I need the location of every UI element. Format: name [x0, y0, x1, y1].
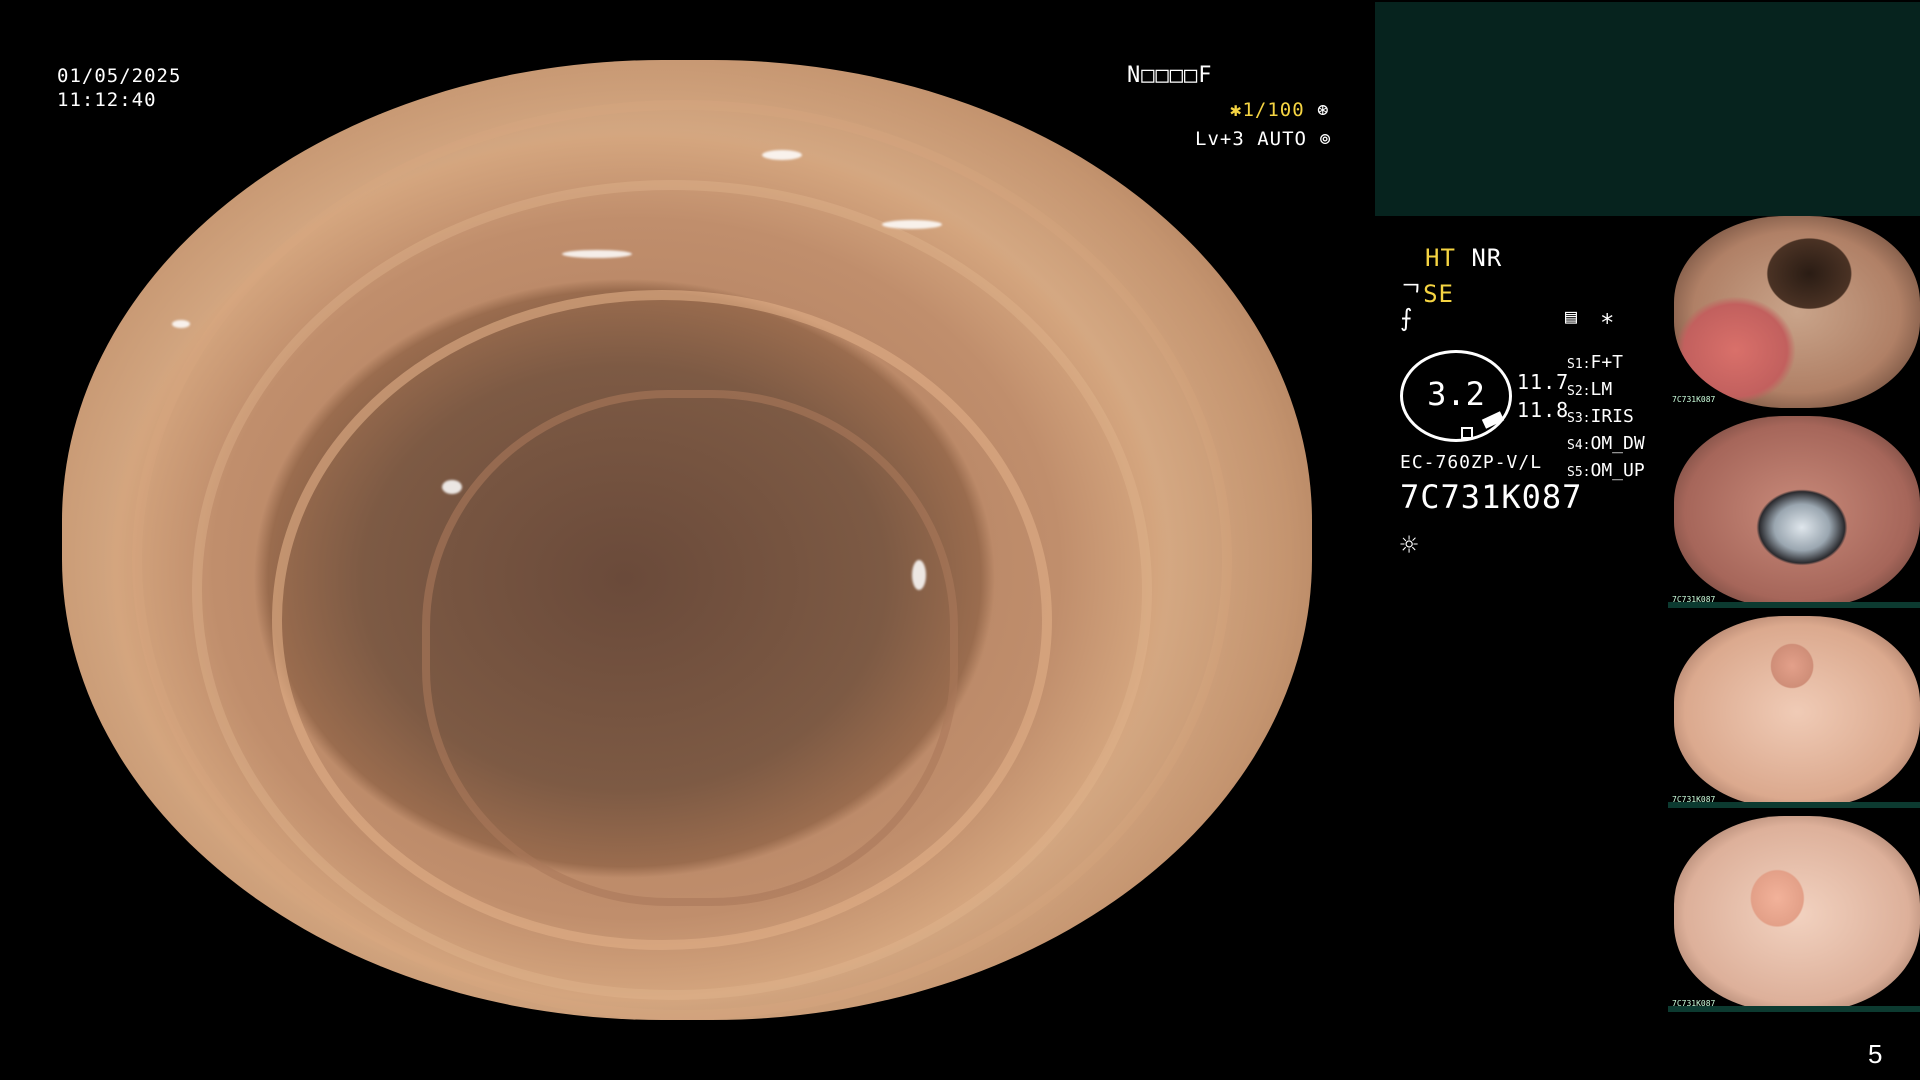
preset-s4: S4:OM_DW: [1567, 433, 1645, 454]
zoom-gauge: 3.2: [1400, 350, 1512, 442]
page-number: 5: [1868, 1039, 1884, 1069]
shutter-readout: ✱1/100 ⊛: [1230, 98, 1330, 122]
preset-list: S1:F+T S2:LM S3:IRIS S4:OM_DW S5:OM_UP: [1567, 350, 1645, 485]
patient-id: N□□□□F: [1127, 63, 1213, 88]
thumbnail-image: [1674, 816, 1920, 1012]
level-value: Lv+3 AUTO: [1195, 128, 1307, 150]
nr-label: NR: [1471, 244, 1503, 272]
preset-s3: S3:IRIS: [1567, 406, 1634, 427]
ht-label: HT: [1425, 244, 1456, 272]
function-icon: ⨍: [1400, 304, 1414, 332]
readout-2: 11.8: [1517, 398, 1570, 422]
light-reflection: [762, 150, 802, 160]
asterisk-icon: ∗: [1600, 304, 1616, 332]
ht-nr-status: HT NR: [1425, 244, 1502, 272]
light-reflection: [882, 220, 942, 229]
level-readout: Lv+3 AUTO ⊚: [1195, 127, 1332, 151]
scope-serial: 7C731K087: [1400, 478, 1583, 516]
preset-s1: S1:F+T: [1567, 352, 1623, 373]
thumbnail-bar: [1668, 602, 1920, 608]
memory-icon: ▤: [1565, 304, 1579, 328]
light-reflection: [912, 560, 926, 590]
gauge-marker: [1461, 427, 1473, 439]
thumbnail-image: [1674, 216, 1920, 408]
thumbnail-label: 7C731K087: [1672, 395, 1716, 404]
endoscope-view: [62, 60, 1312, 1020]
light-reflection: [562, 250, 632, 258]
light-reflection: [172, 320, 190, 328]
light-icon: ☼: [1400, 528, 1420, 563]
thumbnail-bar: [1668, 1006, 1920, 1012]
shutter-icon: ⊛: [1317, 99, 1330, 121]
thumbnail-image: [1674, 416, 1920, 608]
thumbnail-bar: [1668, 802, 1920, 808]
thumbnail-4[interactable]: 7C731K087: [1668, 816, 1920, 1012]
preset-s2: S2:LM: [1567, 379, 1613, 400]
gauge-indicator: [1481, 411, 1505, 429]
auto-icon: ⊚: [1319, 128, 1332, 150]
thumbnail-3[interactable]: 7C731K087: [1668, 616, 1920, 808]
thumbnail-2[interactable]: 7C731K087: [1668, 416, 1920, 608]
thumbnail-image: [1674, 616, 1920, 808]
info-panel-top: [1375, 2, 1920, 216]
readout-1: 11.7: [1517, 370, 1570, 394]
date-text: 01/05/2025: [57, 65, 182, 87]
lumen-fold: [422, 390, 958, 906]
gauge-value: 3.2: [1427, 375, 1485, 413]
time-text: 11:12:40: [57, 89, 157, 111]
thumbnail-1[interactable]: 7C731K087: [1668, 216, 1920, 408]
light-reflection: [442, 480, 462, 494]
se-label: SE: [1423, 280, 1454, 308]
shutter-value: ✱1/100: [1230, 99, 1305, 121]
scope-model: EC-760ZP-V/L: [1400, 452, 1543, 473]
